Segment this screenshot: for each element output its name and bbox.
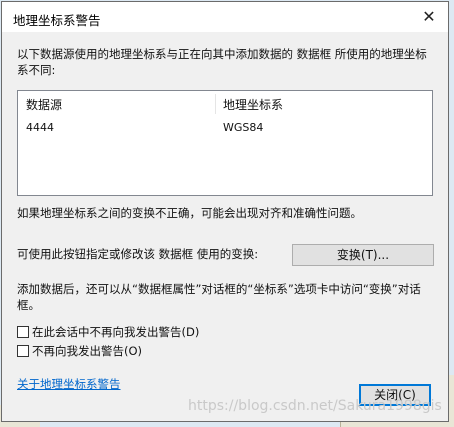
geographic-coordinate-warning-dialog: 地理坐标系警告 ✕ 以下数据源使用的地理坐标系与正在向其中添加数据的 数据框 所… (1, 1, 449, 422)
table-cell-coordinate-system: WGS84 (223, 121, 264, 134)
column-header-coordinate-system[interactable]: 地理坐标系 (223, 96, 283, 113)
watermark: https://blog.csdn.net/Sakura1998gis (188, 398, 442, 414)
transform-explain-text: 添加数据后，还可以从“数据框属性”对话框的“坐标系”选项卡中访问“变换”对话框。 (17, 282, 421, 312)
dialog-title: 地理坐标系警告 (13, 13, 101, 28)
about-warning-link[interactable]: 关于地理坐标系警告 (17, 376, 121, 392)
checkbox-box[interactable] (17, 345, 29, 357)
column-header-data-source[interactable]: 数据源 (26, 96, 62, 113)
title-bar: 地理坐标系警告 ✕ (2, 2, 448, 32)
alignment-warning-text: 如果地理坐标系之间的变换不正确，可能会出现对齐和准确性问题。 (17, 206, 362, 220)
table-cell-data-source: 4444 (26, 121, 54, 134)
transform-hint-text: 可使用此按钮指定或修改该 数据框 使用的变换: (17, 247, 259, 261)
transform-button[interactable]: 变换(T)... (292, 244, 434, 266)
column-divider (215, 94, 216, 114)
close-icon[interactable]: ✕ (420, 8, 438, 26)
never-warn-checkbox[interactable]: 不再向我发出警告(O) (17, 343, 142, 359)
intro-text: 以下数据源使用的地理坐标系与正在向其中添加数据的 数据框 所使用的地理坐标系不同… (17, 47, 427, 77)
dont-warn-session-checkbox[interactable]: 在此会话中不再向我发出警告(D) (17, 324, 199, 340)
data-source-list[interactable]: 数据源 地理坐标系 4444 WGS84 (17, 90, 433, 196)
checkbox-box[interactable] (17, 326, 29, 338)
checkbox-label[interactable]: 在此会话中不再向我发出警告(D) (32, 324, 199, 340)
checkbox-label[interactable]: 不再向我发出警告(O) (32, 343, 142, 359)
